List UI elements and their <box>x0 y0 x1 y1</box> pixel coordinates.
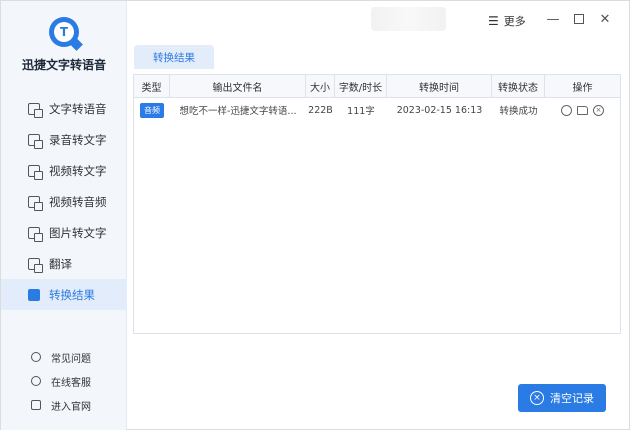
blurred-user-area <box>371 7 446 31</box>
cell-status: 转换成功 <box>499 106 538 117</box>
sidebar-item-text-to-speech[interactable]: 文字转语音 <box>1 93 127 124</box>
sidebar-item-video-to-audio[interactable]: 视频转音频 <box>1 186 127 217</box>
close-button[interactable]: ✕ <box>597 11 613 27</box>
minimize-button[interactable]: — <box>545 11 561 27</box>
cell-size: 222B <box>308 104 333 116</box>
video-to-text-icon <box>28 164 43 180</box>
sidebar-item-label: 视频转文字 <box>49 163 107 178</box>
header-filename: 输出文件名 <box>170 75 306 97</box>
header-size: 大小 <box>306 75 335 97</box>
header-actions: 操作 <box>572 82 593 94</box>
clear-records-button[interactable]: × 清空记录 <box>518 384 606 412</box>
question-icon <box>31 352 41 362</box>
clear-records-label: 清空记录 <box>550 392 594 405</box>
header-status: 转换状态 <box>492 75 545 97</box>
sidebar-item-label: 视频转音频 <box>49 194 107 209</box>
sidebar-item-label: 转换结果 <box>49 287 95 302</box>
sidebar-item-label: 录音转文字 <box>49 132 107 147</box>
video-to-audio-icon <box>28 195 43 211</box>
delete-icon[interactable]: × <box>593 104 604 116</box>
sidebar-item-label: 翻译 <box>49 256 72 271</box>
faq-label: 常见问题 <box>51 353 91 365</box>
recording-to-text-icon <box>28 133 43 149</box>
official-site-label: 进入官网 <box>51 401 91 413</box>
app-title: 迅捷文字转语音 <box>21 58 106 72</box>
sidebar-item-label: 图片转文字 <box>49 225 107 240</box>
online-support-link[interactable]: 在线客服 <box>1 369 127 393</box>
headset-icon <box>31 376 41 386</box>
results-icon <box>28 288 40 301</box>
official-site-link[interactable]: 进入官网 <box>1 393 127 417</box>
faq-link[interactable]: 常见问题 <box>1 345 127 369</box>
results-table: 类型 输出文件名 大小 字数/时长 转换时间 转换状态 操作 音频 想吃不一样-… <box>133 74 621 334</box>
logo-letter: T <box>54 22 74 42</box>
logo-tail <box>70 38 83 51</box>
sidebar-item-results[interactable]: 转换结果 <box>1 279 127 310</box>
clear-icon: × <box>530 391 544 405</box>
cell-time: 2023-02-15 16:13 <box>396 104 483 116</box>
minimize-icon: — <box>546 11 560 27</box>
header-length: 字数/时长 <box>335 75 387 97</box>
translate-icon <box>28 257 43 273</box>
type-badge: 音频 <box>140 102 164 118</box>
table-row: 音频 想吃不一样-迅捷文字转语... 222B 111字 2023-02-15 … <box>134 99 620 121</box>
table-header: 类型 输出文件名 大小 字数/时长 转换时间 转换状态 操作 <box>134 75 620 98</box>
menu-icon: ☰ <box>488 14 499 28</box>
cell-filename: 想吃不一样-迅捷文字转语... <box>179 106 297 117</box>
more-label: 更多 <box>503 15 526 28</box>
folder-icon[interactable] <box>577 105 588 115</box>
sidebar-footer: 常见问题 在线客服 进入官网 <box>1 345 127 417</box>
sidebar-item-translate[interactable]: 翻译 <box>1 248 127 279</box>
sidebar-item-image-to-text[interactable]: 图片转文字 <box>1 217 127 248</box>
maximize-icon <box>574 14 584 24</box>
row-actions: × <box>561 104 604 116</box>
app-logo-icon: T <box>49 17 83 51</box>
sidebar: T 迅捷文字转语音 文字转语音 录音转文字 视频转文字 视频转音频 图片转文字 … <box>1 1 127 430</box>
app-window: T 迅捷文字转语音 文字转语音 录音转文字 视频转文字 视频转音频 图片转文字 … <box>0 0 630 430</box>
more-menu-button[interactable]: ☰ 更多 <box>488 13 526 29</box>
tab-results[interactable]: 转换结果 <box>134 45 214 69</box>
sidebar-item-recording-to-text[interactable]: 录音转文字 <box>1 124 127 155</box>
header-type: 类型 <box>134 75 170 97</box>
text-to-speech-icon <box>28 102 43 118</box>
sidebar-nav: 文字转语音 录音转文字 视频转文字 视频转音频 图片转文字 翻译 转换结果 <box>1 93 127 310</box>
play-icon[interactable] <box>561 104 572 116</box>
close-icon: ✕ <box>599 11 611 27</box>
sidebar-item-video-to-text[interactable]: 视频转文字 <box>1 155 127 186</box>
sidebar-item-label: 文字转语音 <box>49 101 107 116</box>
monitor-icon <box>31 400 41 410</box>
image-to-text-icon <box>28 226 43 242</box>
cell-length: 111字 <box>347 106 375 117</box>
cell-type: 音频 <box>134 99 170 121</box>
online-support-label: 在线客服 <box>51 377 91 389</box>
header-time: 转换时间 <box>387 75 492 97</box>
maximize-button[interactable] <box>571 11 587 27</box>
cell-actions: × <box>545 99 620 121</box>
